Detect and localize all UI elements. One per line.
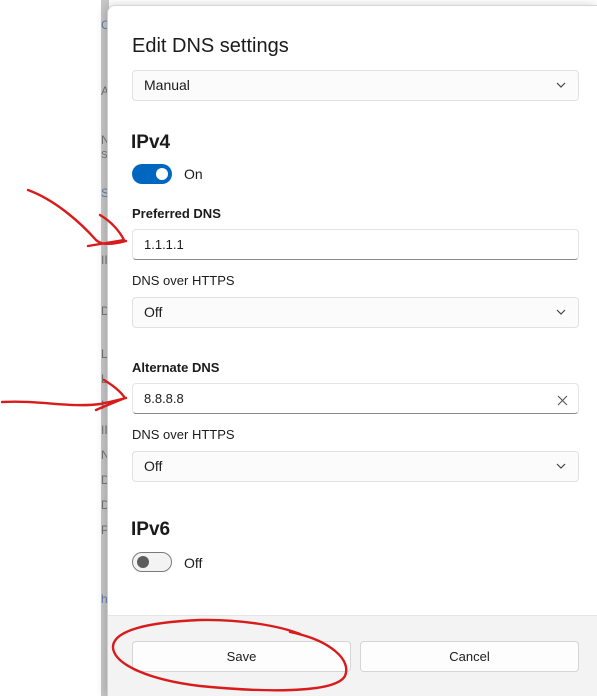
preferred-doh-value: Off [144, 304, 163, 320]
ipv6-title: IPv6 [131, 519, 171, 540]
toggle-knob [137, 556, 149, 568]
alternate-dns-label: Alternate DNS [132, 360, 220, 375]
preferred-dns-label: Preferred DNS [132, 206, 221, 221]
alternate-doh-label: DNS over HTTPS [132, 427, 235, 442]
preferred-doh-select[interactable]: Off [132, 297, 579, 328]
chevron-down-icon [556, 307, 566, 317]
ipv4-title: IPv4 [131, 132, 171, 153]
chevron-down-icon [556, 80, 566, 90]
alternate-dns-field [108, 383, 597, 414]
ipv6-toggle[interactable] [132, 552, 172, 572]
edit-dns-dialog: Edit DNS settings Manual IPv4 On Preferr… [107, 5, 597, 696]
ipv4-toggle-label: On [184, 166, 203, 182]
save-button[interactable]: Save [132, 641, 351, 672]
alternate-doh-select[interactable]: Off [132, 451, 579, 482]
dns-mode-value: Manual [144, 77, 190, 93]
preferred-dns-input[interactable] [132, 229, 579, 260]
preferred-doh-label: DNS over HTTPS [132, 273, 235, 288]
chevron-down-icon [556, 461, 566, 471]
alternate-doh-value: Off [144, 458, 163, 474]
dialog-title: Edit DNS settings [132, 35, 289, 57]
cancel-button[interactable]: Cancel [360, 641, 579, 672]
alternate-dns-input[interactable] [132, 383, 579, 414]
dns-mode-select[interactable]: Manual [132, 70, 579, 101]
clear-icon[interactable] [557, 393, 569, 406]
ipv6-toggle-label: Off [184, 555, 203, 571]
ipv4-toggle[interactable] [132, 164, 172, 184]
toggle-knob [156, 168, 168, 180]
dialog-footer: Save Cancel [108, 615, 597, 696]
background-settings-page: C A N S S II D L L I II N D D P h [0, 0, 110, 696]
